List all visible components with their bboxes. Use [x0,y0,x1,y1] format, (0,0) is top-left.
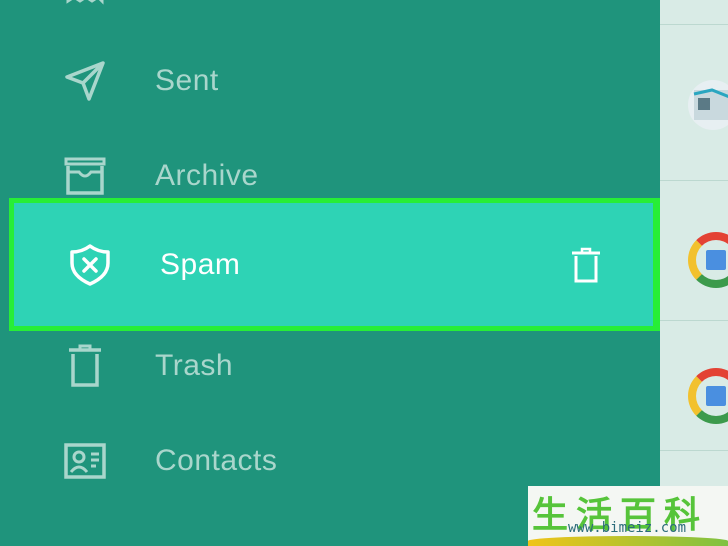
empty-spam-trash-icon[interactable] [564,243,608,287]
menu-item-label: Trash [155,349,234,382]
menu-item-sent[interactable]: Sent [0,36,660,126]
archive-icon [60,151,110,201]
send-icon [60,56,110,106]
inbox-list-peek [660,0,728,546]
divider [660,320,728,321]
watermark-swoosh [528,536,728,546]
contact-card-icon [60,436,110,486]
watermark-url: www.bimeiz.com [568,520,687,536]
avatar-mark [706,250,726,270]
divider [660,180,728,181]
divider [660,450,728,451]
menu-item-label: Archive [155,159,259,192]
avatar-mark [706,386,726,406]
menu-item-label: Spam [160,247,241,281]
menu-item-trash[interactable]: Trash [0,321,660,411]
menu-item-label: Contacts [155,444,278,477]
divider [660,24,728,25]
shield-x-icon [65,240,115,290]
message-thumbnail [688,80,728,130]
menu-item-label: Sent [155,64,219,97]
partial-menu-icon [60,0,110,6]
trash-icon [60,341,110,391]
watermark: 生活百科 www.bimeiz.com [528,486,728,546]
menu-item-spam[interactable]: Spam [9,198,660,331]
